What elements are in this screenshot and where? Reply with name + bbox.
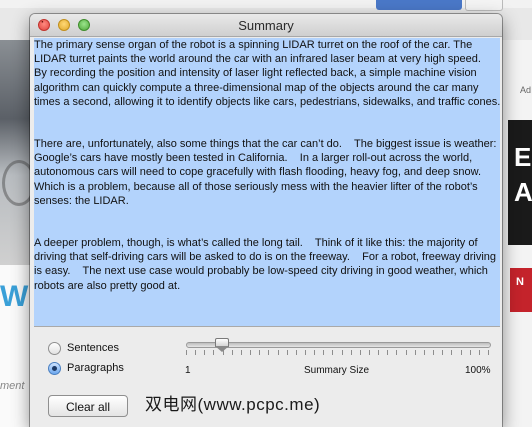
slider-tick — [287, 350, 288, 355]
slider-tick — [461, 350, 462, 355]
slider-tick — [369, 350, 370, 355]
summary-window: · Summary The primary sense organ of the… — [30, 14, 502, 427]
slider-tick — [424, 350, 425, 355]
slider-tick — [351, 350, 352, 355]
background-ad-letter: E — [514, 142, 532, 172]
background-italic-text: ment — [0, 380, 25, 392]
background-gray-button[interactable] — [465, 0, 503, 11]
slider-tick — [470, 350, 471, 355]
slider-tick — [406, 350, 407, 355]
slider-tick — [278, 350, 279, 355]
sentences-label: Sentences — [67, 342, 119, 354]
slider-tick — [342, 350, 343, 355]
slider-min-label: 1 — [185, 365, 191, 376]
slider-tick — [415, 350, 416, 355]
slider-tick — [186, 350, 187, 355]
summary-paragraph: There are, unfortunately, also some thin… — [34, 138, 500, 207]
paragraphs-option[interactable]: Paragraphs — [48, 360, 124, 376]
summary-size-slider-thumb[interactable] — [215, 338, 229, 352]
slider-tick — [332, 350, 333, 355]
slider-ticks — [186, 350, 489, 356]
slider-tick — [204, 350, 205, 355]
slider-tick — [479, 350, 480, 355]
slider-tick — [387, 350, 388, 355]
slider-tick — [378, 350, 379, 355]
background-blue-button[interactable] — [376, 0, 462, 10]
slider-tick — [268, 350, 269, 355]
slider-tick — [314, 350, 315, 355]
summary-paragraph: A deeper problem, though, is what’s call… — [34, 237, 500, 292]
summary-paragraph: The primary sense organ of the robot is … — [34, 39, 500, 108]
slider-tick — [305, 350, 306, 355]
slider-tick — [396, 350, 397, 355]
background-red-badge: N — [510, 268, 532, 312]
slider-tick — [250, 350, 251, 355]
slider-tick — [488, 350, 489, 355]
background-small-text: Ad — [520, 85, 532, 95]
sentences-option[interactable]: Sentences — [48, 340, 119, 356]
slider-tick — [232, 350, 233, 355]
background-photo — [0, 40, 36, 265]
slider-title: Summary Size — [304, 365, 370, 376]
slider-tick — [259, 350, 260, 355]
sentences-radio[interactable] — [48, 341, 61, 355]
background-ad-letter: A — [514, 177, 532, 207]
background-ad-letters: E A — [514, 140, 532, 210]
slider-tick — [213, 350, 214, 355]
slider-tick — [195, 350, 196, 355]
slider-tick — [442, 350, 443, 355]
window-title: Summary — [238, 18, 294, 33]
summary-size-slider-track[interactable] — [186, 342, 491, 348]
watermark-text: 双电网(www.pcpc.me) — [145, 395, 321, 414]
paragraphs-radio[interactable] — [48, 361, 61, 375]
summary-text-area[interactable]: The primary sense organ of the robot is … — [34, 38, 500, 327]
slider-tick — [296, 350, 297, 355]
title-bar[interactable]: · Summary — [30, 14, 502, 37]
slider-tick — [323, 350, 324, 355]
slider-tick — [451, 350, 452, 355]
slider-tick — [241, 350, 242, 355]
slider-max-label: 100% — [465, 365, 491, 376]
paragraphs-label: Paragraphs — [67, 362, 124, 374]
slider-tick — [433, 350, 434, 355]
clear-all-button[interactable]: Clear all — [48, 395, 128, 417]
slider-tick — [360, 350, 361, 355]
background-logo-letter: W — [0, 280, 29, 313]
